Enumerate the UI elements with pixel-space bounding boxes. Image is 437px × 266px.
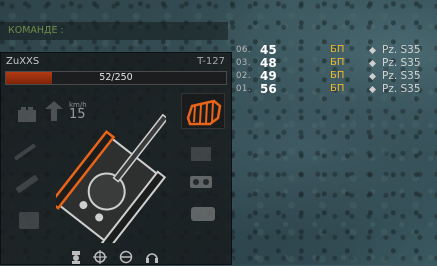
ammo-rack-icon	[15, 174, 39, 194]
frag-score: 56	[260, 82, 277, 96]
frag-index: 02.	[236, 71, 252, 81]
light-tank-icon	[369, 47, 376, 54]
light-tank-icon	[369, 73, 376, 80]
damaged-module-slot	[181, 93, 225, 129]
hp-bar: 52/250	[5, 71, 227, 85]
driver-icon	[119, 250, 133, 264]
frag-index: 06.	[236, 45, 252, 55]
frag-tank: Pz. S35	[382, 83, 421, 95]
light-tank-icon	[369, 60, 376, 67]
damage-panel: ZuXXS T-127 52/250 km/h 15	[0, 52, 232, 265]
frag-list: 06. 45 БП Pz. S35 03. 48 БП Pz. S35 02. …	[236, 43, 436, 96]
track-icon	[186, 99, 222, 126]
gun-icon	[14, 143, 36, 161]
frag-clan: БП	[330, 70, 345, 81]
light-tank-icon	[369, 86, 376, 93]
observation-device-icon	[190, 176, 212, 188]
tracks-spare-icon	[191, 207, 215, 221]
frag-score: 48	[260, 56, 277, 70]
commander-icon	[72, 251, 80, 264]
frag-tank: Pz. S35	[382, 57, 421, 69]
player-name: ZuXXS	[6, 56, 40, 67]
tank-header: ZuXXS T-127	[6, 56, 225, 69]
radio-icon	[191, 147, 211, 161]
frag-score: 49	[260, 69, 277, 83]
frag-score: 45	[260, 43, 277, 57]
crew-row	[69, 250, 169, 266]
chat-channel-label: КОМАНДЕ :	[8, 25, 64, 36]
frag-clan: БП	[330, 44, 345, 55]
tank-silhouette	[56, 113, 166, 243]
engine-icon	[18, 107, 36, 122]
frag-row: 01. 56 БП Pz. S35	[236, 82, 436, 96]
frag-index: 03.	[236, 58, 252, 68]
frag-tank: Pz. S35	[382, 44, 421, 56]
frag-clan: БП	[330, 57, 345, 68]
frag-clan: БП	[330, 83, 345, 94]
hp-text: 52/250	[99, 72, 133, 83]
gunner-icon	[93, 250, 107, 264]
fuel-tank-icon	[19, 212, 39, 229]
radioman-icon	[146, 253, 158, 263]
team-chat-input[interactable]: КОМАНДЕ :	[0, 22, 228, 40]
tank-model: T-127	[197, 56, 225, 67]
frag-index: 01.	[236, 84, 252, 94]
frag-tank: Pz. S35	[382, 70, 421, 82]
